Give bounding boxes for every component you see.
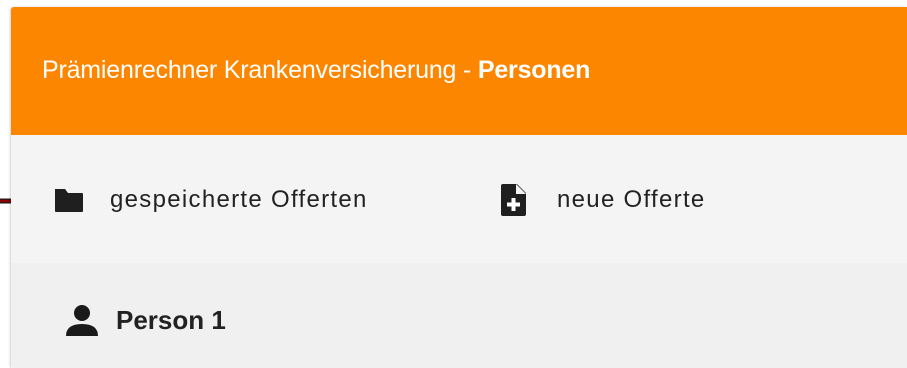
page-title-prefix: Prämienrechner Krankenversicherung - <box>42 56 478 84</box>
calculator-card: Prämienrechner Krankenversicherung - Per… <box>11 7 907 368</box>
person-label: Person 1 <box>116 304 226 335</box>
app-header: Prämienrechner Krankenversicherung - Per… <box>11 7 907 135</box>
page: Prämienrechner Krankenversicherung - Per… <box>0 0 907 368</box>
toolbar: gespeicherte Offerten neue Offerte <box>11 135 907 263</box>
saved-offers-button[interactable]: gespeicherte Offerten <box>53 183 368 217</box>
person-item[interactable]: Person 1 <box>64 303 226 337</box>
persons-section: Person 1 <box>11 263 907 368</box>
folder-icon <box>53 186 85 214</box>
page-title-section: Personen <box>477 56 591 84</box>
saved-offers-label: gespeicherte Offerten <box>110 186 368 213</box>
new-offer-label: neue Offerte <box>557 186 706 213</box>
new-file-icon <box>499 182 529 218</box>
person-icon <box>64 303 100 337</box>
page-title: Prämienrechner Krankenversicherung - Per… <box>42 56 590 85</box>
new-offer-button[interactable]: neue Offerte <box>499 183 706 217</box>
